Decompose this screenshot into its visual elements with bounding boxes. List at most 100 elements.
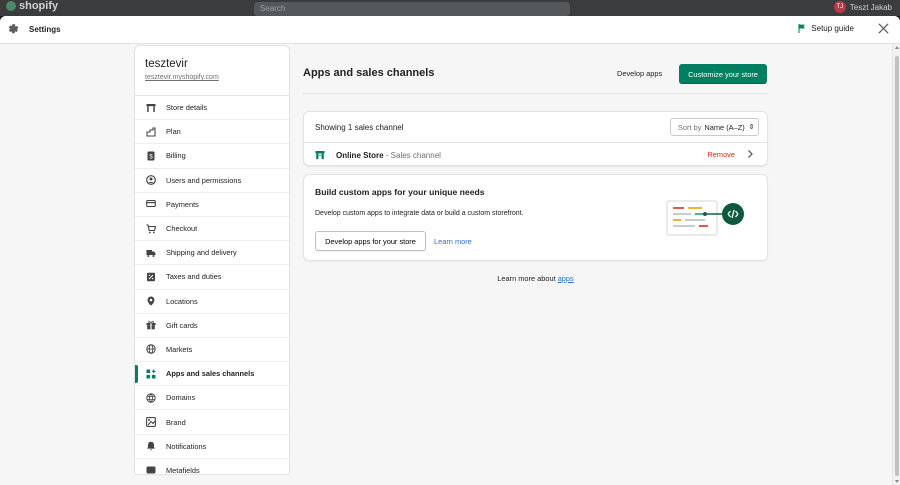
- sidebar-item-label: Notifications: [166, 441, 207, 451]
- channel-name: Online Store: [336, 150, 384, 160]
- sidebar-item-label: Checkout: [166, 224, 198, 234]
- sidebar-item-label: Users and permissions: [166, 175, 242, 185]
- sidebar-item-label: Markets: [166, 344, 193, 354]
- channels-count-text: Showing 1 sales channel: [315, 122, 404, 132]
- page-header: Apps and sales channels Develop apps Cus…: [303, 45, 768, 94]
- build-custom-apps-card: Build custom apps for your unique needs …: [303, 174, 768, 261]
- store-name: tesztevir: [145, 58, 188, 70]
- user-menu[interactable]: TJ Teszt Jakab: [833, 1, 892, 13]
- sidebar-item-label: Payments: [166, 199, 199, 209]
- sidebar-item-metafields[interactable]: Metafields: [135, 459, 289, 475]
- sidebar-item-markets[interactable]: Markets: [135, 338, 289, 363]
- bell-icon: [147, 442, 155, 451]
- channel-type: Sales channel: [390, 150, 441, 160]
- main-content: Apps and sales channels Develop apps Cus…: [303, 45, 768, 283]
- sidebar-item-notifications[interactable]: Notifications: [135, 435, 289, 459]
- sidebar-item-label: Store details: [166, 103, 208, 113]
- sidebar-item-label: Domains: [166, 393, 196, 403]
- develop-apps-button[interactable]: Develop apps: [617, 69, 662, 78]
- metafields-icon: [146, 466, 156, 474]
- channels-card-header: Showing 1 sales channel Sort by Name (A–…: [304, 112, 767, 143]
- scrollbar-thumb[interactable]: [895, 56, 899, 476]
- learn-more-prefix: Learn more about: [497, 274, 556, 283]
- plan-icon: [146, 127, 156, 137]
- sidebar-item-label: Gift cards: [166, 320, 198, 330]
- setup-guide-label: Setup guide: [811, 24, 854, 33]
- channel-separator: -: [383, 150, 391, 160]
- list-item[interactable]: Online Store - Sales channel Remove: [304, 143, 767, 167]
- sidebar-item-locations[interactable]: Locations: [135, 290, 289, 314]
- apps-icon: [146, 369, 156, 379]
- gear-icon: [8, 24, 19, 34]
- build-card-description: Develop custom apps to integrate data or…: [315, 210, 524, 217]
- sidebar-item-label: Locations: [166, 296, 198, 306]
- sort-prefix: Sort by: [678, 122, 702, 132]
- modal-scrollbar[interactable]: [892, 44, 900, 485]
- sidebar-item-apps-and-sales-channels[interactable]: Apps and sales channels: [135, 362, 289, 387]
- sidebar-item-billing[interactable]: $ Billing: [135, 144, 289, 169]
- learn-more-link[interactable]: Learn more: [434, 237, 472, 246]
- user-icon: [146, 175, 156, 186]
- sidebar-item-label: Billing: [166, 151, 186, 161]
- custom-app-illustration: [666, 200, 744, 236]
- user-name: Teszt Jakab: [849, 2, 892, 12]
- sidebar-item-payments[interactable]: Payments: [135, 193, 289, 217]
- learn-more-footer: Learn more about apps: [303, 274, 768, 283]
- sidebar-item-label: Taxes and duties: [166, 272, 222, 282]
- sidebar-item-plan[interactable]: Plan: [135, 120, 289, 145]
- logo-text: shopify: [19, 0, 59, 12]
- taxes-icon: [147, 272, 155, 282]
- avatar: TJ: [833, 1, 846, 13]
- settings-modal: Settings Setup guide tesztevir tesztevir…: [0, 16, 900, 485]
- cart-icon: [146, 223, 156, 233]
- sidebar-item-label: Brand: [166, 417, 186, 427]
- truck-icon: [146, 249, 156, 257]
- admin-top-bar: shopify Search TJ Teszt Jakab: [0, 0, 900, 16]
- build-card-title: Build custom apps for your unique needs: [315, 187, 485, 197]
- setup-guide-button[interactable]: Setup guide: [798, 24, 854, 33]
- online-store-icon: [315, 151, 325, 160]
- remove-channel-button[interactable]: Remove: [707, 150, 735, 159]
- gift-icon: [146, 321, 156, 330]
- sidebar-item-label: Shipping and delivery: [166, 248, 237, 258]
- store-icon: [146, 103, 156, 112]
- sidebar-item-checkout[interactable]: Checkout: [135, 217, 289, 242]
- sort-select[interactable]: Sort by Name (A–Z) ⇕: [670, 118, 759, 136]
- sales-channels-card: Showing 1 sales channel Sort by Name (A–…: [303, 111, 768, 166]
- admin-search-input[interactable]: Search: [254, 2, 570, 16]
- develop-apps-for-store-button[interactable]: Develop apps for your store: [315, 231, 426, 251]
- payments-icon: [146, 200, 156, 208]
- sidebar-item-label: Apps and sales channels: [166, 369, 255, 379]
- sidebar-item-shipping[interactable]: Shipping and delivery: [135, 241, 289, 266]
- customize-store-button[interactable]: Customize your store: [679, 64, 767, 84]
- sidebar-item-store-details[interactable]: Store details: [135, 96, 289, 121]
- scroll-up-icon[interactable]: [895, 46, 899, 49]
- sidebar-item-taxes[interactable]: Taxes and duties: [135, 265, 289, 290]
- sidebar-item-brand[interactable]: Brand: [135, 410, 289, 435]
- apps-link[interactable]: apps: [558, 274, 574, 283]
- close-icon[interactable]: [877, 22, 890, 35]
- flag-icon: [798, 24, 806, 33]
- location-icon: [147, 296, 155, 306]
- settings-header: Settings Setup guide: [0, 16, 900, 44]
- settings-sidebar: tesztevir tesztevir.myshopify.com Store …: [134, 45, 290, 475]
- sidebar-item-users[interactable]: Users and permissions: [135, 169, 289, 193]
- store-url-link[interactable]: tesztevir.myshopify.com: [145, 74, 279, 81]
- sidebar-item-domains[interactable]: Domains: [135, 386, 289, 411]
- globe-icon: [146, 344, 156, 355]
- section-title: Apps and sales channels: [303, 67, 435, 79]
- billing-icon: $: [147, 151, 155, 161]
- domains-icon: [146, 393, 156, 403]
- sort-value: Name (A–Z): [704, 122, 745, 132]
- shopify-bag-icon: [6, 1, 16, 11]
- sidebar-item-label: Metafields: [166, 465, 200, 475]
- brand-icon: [146, 417, 156, 427]
- shopify-logo: shopify: [6, 0, 58, 12]
- chevron-right-icon[interactable]: [745, 149, 755, 159]
- select-caret-icon: ⇕: [748, 124, 755, 131]
- sidebar-item-label: Plan: [166, 127, 181, 137]
- sidebar-item-gift-cards[interactable]: Gift cards: [135, 314, 289, 338]
- store-header: tesztevir tesztevir.myshopify.com: [135, 46, 289, 96]
- page-title: Settings: [29, 25, 61, 34]
- scroll-down-icon[interactable]: [895, 480, 899, 483]
